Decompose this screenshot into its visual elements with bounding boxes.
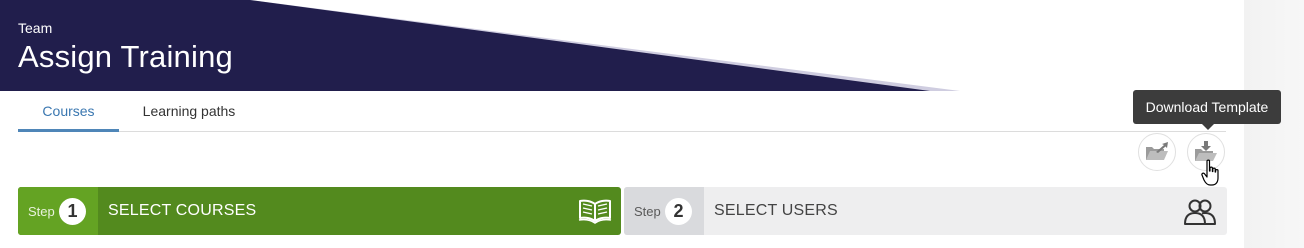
step-select-courses[interactable]: Step 1 SELECT COURSES [18,187,621,235]
step-label: SELECT COURSES [108,202,257,219]
folder-upload-icon [1146,142,1168,160]
hand-pointer-icon [1201,159,1219,186]
tab-bar: Courses Learning paths [18,91,1226,132]
step-number: 1 [59,198,86,225]
tab-learning-paths[interactable]: Learning paths [128,91,250,131]
upload-template-button[interactable] [1138,133,1176,171]
step-select-users[interactable]: Step 2 SELECT USERS [624,187,1227,235]
open-book-icon [578,199,612,224]
step-label: SELECT USERS [714,202,838,219]
tab-courses[interactable]: Courses [18,91,119,132]
assign-training-page: Team Assign Training Courses Learning pa… [0,0,1304,248]
users-icon [1184,199,1216,225]
download-template-tooltip: Download Template [1133,90,1281,130]
step-word: Step [28,204,55,219]
page-title: Assign Training [18,39,233,74]
step-number-area: Step 1 [18,187,98,235]
step-number: 2 [665,198,692,225]
right-gutter [1244,0,1304,248]
page-header: Team Assign Training [0,0,1244,91]
step-word: Step [634,204,661,219]
breadcrumb[interactable]: Team [18,20,52,36]
step-number-area: Step 2 [624,187,704,235]
